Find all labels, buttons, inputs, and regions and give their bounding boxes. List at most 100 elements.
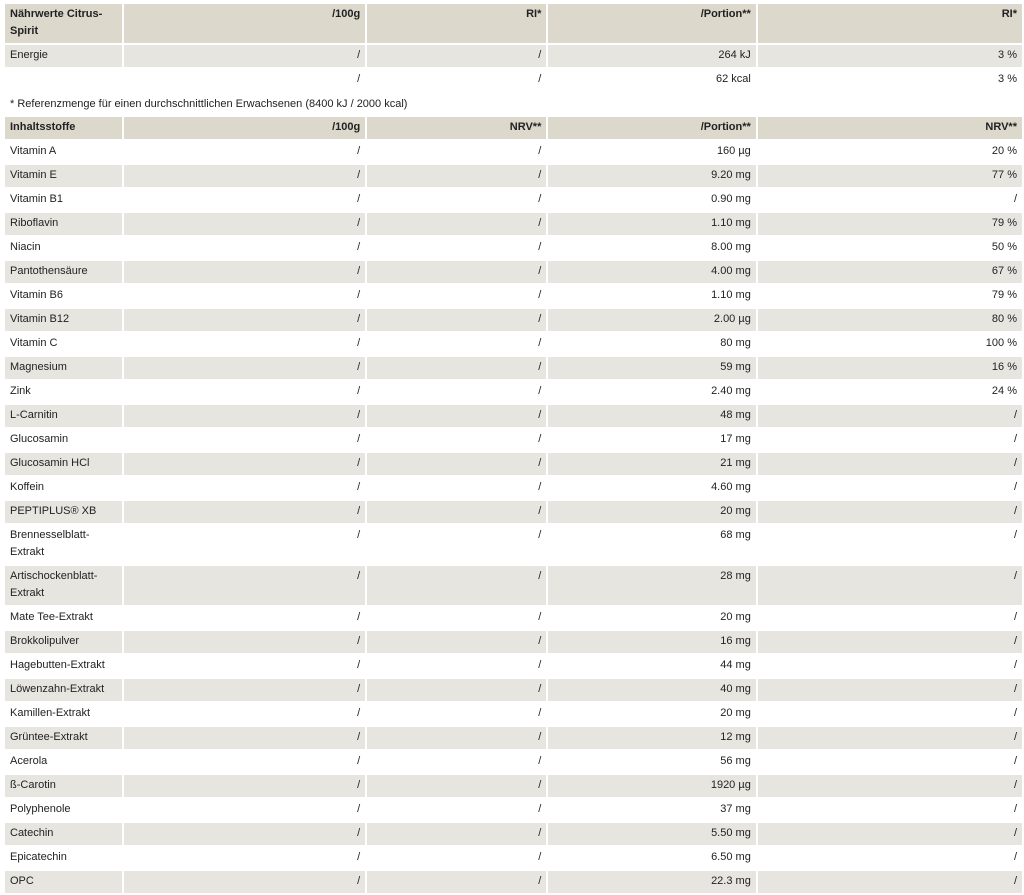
cell-per-portion: 37 mg <box>548 799 756 821</box>
cell-per-100g: / <box>123 525 366 564</box>
table-row: Epicatechin //6.50 mg / <box>5 847 1022 869</box>
cell-per-100g: / <box>123 381 366 403</box>
cell-name: Glucosamin HCl <box>5 453 122 475</box>
cell-reference-portion: / <box>757 189 1022 211</box>
cell-name: OPC <box>5 871 122 893</box>
cell-reference: / <box>367 237 547 259</box>
cell-name: Catechin <box>5 823 122 845</box>
cell-per-portion: 20 mg <box>548 703 756 725</box>
cell-per-100g: / <box>123 566 366 605</box>
cell-name: Glucosamin <box>5 429 122 451</box>
cell-name: Löwenzahn-Extrakt <box>5 679 122 701</box>
table-row: Mate Tee-Extrakt //20 mg / <box>5 607 1022 629</box>
cell-reference: / <box>367 141 547 163</box>
cell-per-portion: 17 mg <box>548 429 756 451</box>
cell-reference-portion: / <box>757 501 1022 523</box>
footnote-row: * Referenzmenge für einen durchschnittli… <box>5 93 1022 115</box>
cell-per-100g: / <box>123 69 366 91</box>
cell-reference-portion: / <box>757 823 1022 845</box>
cell-per-100g: / <box>123 703 366 725</box>
cell-per-portion: 20 mg <box>548 607 756 629</box>
cell-reference-portion: 80 % <box>757 309 1022 331</box>
table-row: PEPTIPLUS® XB //20 mg / <box>5 501 1022 523</box>
cell-name: Grüntee-Extrakt <box>5 727 122 749</box>
table-row: Vitamin B12//2.00 µg 80 % <box>5 309 1022 331</box>
cell-reference: / <box>367 655 547 677</box>
header-per-100g: /100g <box>123 4 366 43</box>
table-row: Pantothensäure //4.00 mg 67 % <box>5 261 1022 283</box>
energy-rows: Energie //264 kJ 3 % //62 kcal 3 % <box>5 45 1022 91</box>
cell-name: Vitamin B12 <box>5 309 122 331</box>
table-row: Niacin //8.00 mg 50 % <box>5 237 1022 259</box>
cell-name: Hagebutten-Extrakt <box>5 655 122 677</box>
table-row: Brokkolipulver //16 mg / <box>5 631 1022 653</box>
header-nutrients: Nährwerte Citrus-Spirit <box>5 4 122 43</box>
cell-per-portion: 4.60 mg <box>548 477 756 499</box>
cell-reference-portion: 3 % <box>757 69 1022 91</box>
cell-per-100g: / <box>123 141 366 163</box>
cell-per-portion: 12 mg <box>548 727 756 749</box>
cell-reference-portion: / <box>757 453 1022 475</box>
table-row: Polyphenole //37 mg / <box>5 799 1022 821</box>
table-row: Artischockenblatt-Extrakt //28 mg / <box>5 566 1022 605</box>
cell-per-100g: / <box>123 679 366 701</box>
cell-name: Brennesselblatt-Extrakt <box>5 525 122 564</box>
cell-reference: / <box>367 453 547 475</box>
cell-per-100g: / <box>123 45 366 67</box>
cell-per-portion: 28 mg <box>548 566 756 605</box>
cell-per-100g: / <box>123 189 366 211</box>
cell-reference: / <box>367 823 547 845</box>
cell-per-100g: / <box>123 237 366 259</box>
cell-name: PEPTIPLUS® XB <box>5 501 122 523</box>
cell-reference: / <box>367 165 547 187</box>
cell-per-portion: 5.50 mg <box>548 823 756 845</box>
cell-reference-portion: / <box>757 631 1022 653</box>
table-row: Vitamin A //160 µg 20 % <box>5 141 1022 163</box>
cell-name: L-Carnitin <box>5 405 122 427</box>
cell-per-portion: 2.00 µg <box>548 309 756 331</box>
cell-reference-portion: / <box>757 607 1022 629</box>
cell-reference: / <box>367 525 547 564</box>
cell-name: Mate Tee-Extrakt <box>5 607 122 629</box>
cell-name: Vitamin A <box>5 141 122 163</box>
cell-reference: / <box>367 69 547 91</box>
cell-per-100g: / <box>123 429 366 451</box>
cell-reference: / <box>367 727 547 749</box>
cell-per-portion: 1.10 mg <box>548 213 756 235</box>
cell-per-portion: 59 mg <box>548 357 756 379</box>
cell-per-100g: / <box>123 655 366 677</box>
cell-per-100g: / <box>123 501 366 523</box>
cell-per-100g: / <box>123 727 366 749</box>
table-row: Vitamin E //9.20 mg 77 % <box>5 165 1022 187</box>
cell-reference-portion: / <box>757 679 1022 701</box>
cell-reference: / <box>367 285 547 307</box>
nutrition-table-container: Nährwerte Citrus-Spirit /100g RI* /Porti… <box>0 0 1024 895</box>
cell-per-100g: / <box>123 357 366 379</box>
cell-reference: / <box>367 357 547 379</box>
table-row: Acerola //56 mg / <box>5 751 1022 773</box>
cell-reference: / <box>367 381 547 403</box>
cell-per-portion: 62 kcal <box>548 69 756 91</box>
cell-per-portion: 22.3 mg <box>548 871 756 893</box>
cell-reference-portion: / <box>757 525 1022 564</box>
cell-reference: / <box>367 607 547 629</box>
cell-per-100g: / <box>123 823 366 845</box>
cell-name: Zink <box>5 381 122 403</box>
cell-reference-portion: / <box>757 566 1022 605</box>
cell-per-100g: / <box>123 309 366 331</box>
table-row: L-Carnitin //48 mg / <box>5 405 1022 427</box>
cell-per-portion: 40 mg <box>548 679 756 701</box>
cell-per-portion: 56 mg <box>548 751 756 773</box>
cell-per-portion: 68 mg <box>548 525 756 564</box>
cell-per-portion: 1.10 mg <box>548 285 756 307</box>
nutrition-table: Nährwerte Citrus-Spirit /100g RI* /Porti… <box>3 2 1024 895</box>
cell-reference: / <box>367 477 547 499</box>
cell-reference-portion: 67 % <box>757 261 1022 283</box>
header-ri: RI* <box>367 4 547 43</box>
table-row: Glucosamin //17 mg / <box>5 429 1022 451</box>
cell-reference: / <box>367 847 547 869</box>
cell-per-portion: 16 mg <box>548 631 756 653</box>
cell-name: Vitamin C <box>5 333 122 355</box>
cell-per-portion: 20 mg <box>548 501 756 523</box>
cell-reference: / <box>367 566 547 605</box>
